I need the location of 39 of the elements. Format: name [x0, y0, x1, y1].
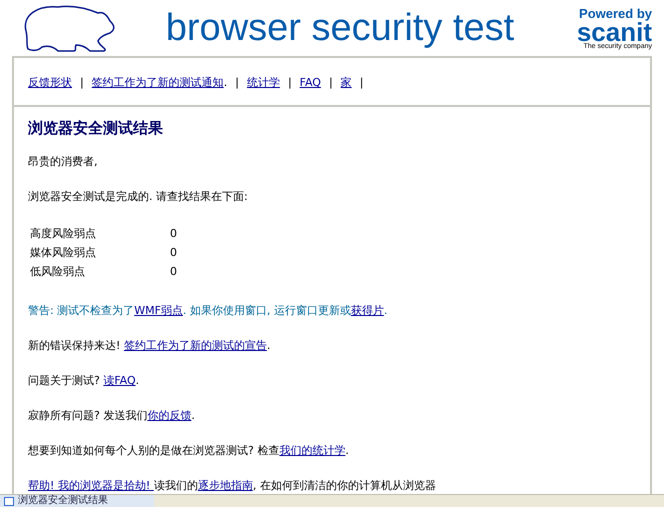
nav-link[interactable]: 家 — [340, 75, 352, 90]
nav-link[interactable]: FAQ — [300, 76, 321, 89]
nav-separator: | — [360, 76, 364, 89]
inline-link[interactable]: 读FAQ — [103, 374, 136, 387]
inline-link[interactable]: 你的反馈 — [147, 409, 192, 422]
risk-count: 0 — [169, 226, 178, 242]
paragraph-text: 新的错误保持来达! 签约工作为了新的测试的宣告. — [28, 338, 272, 353]
inline-link[interactable]: 签约工作为了新的测试的宣告 — [124, 339, 267, 352]
paragraph-text: 帮助! 我的浏览器是拾劫! 读我们的逐步地指南, 在如何到清洁的你的计算机从浏览器 — [28, 478, 437, 493]
greeting-text: 昂贵的消费者, — [28, 154, 98, 169]
risk-count: 0 — [169, 245, 178, 261]
paragraph-text: 寂静所有问题? 发送我们你的反馈. — [28, 408, 196, 423]
nav-link[interactable]: 反馈形状 — [28, 75, 72, 90]
punctuation-text: . — [224, 76, 228, 89]
risk-label: 媒体风险弱点 — [29, 245, 97, 261]
paragraph-text: 问题关于测试? 读FAQ. — [28, 373, 140, 388]
inline-link[interactable]: 逐步地指南 — [198, 479, 253, 492]
risk-count: 0 — [169, 264, 178, 280]
page-heading: 浏览器安全测试结果 — [28, 119, 164, 138]
nav-separator: | — [80, 76, 84, 89]
intro-text: 浏览器安全测试是完成的. 请查找结果在下面: — [28, 189, 249, 204]
nav-separator: | — [235, 76, 239, 89]
nav-link[interactable]: 签约工作为了新的测试通知 — [92, 75, 224, 90]
risk-label: 高度风险弱点 — [29, 226, 97, 242]
site-title: browser security test — [164, 6, 516, 50]
powered-by-text: Powered by — [579, 6, 652, 21]
brand-logo-text: scanit — [576, 21, 652, 43]
status-tab[interactable]: 浏览器安全测试结果 — [0, 495, 154, 507]
nav-link[interactable]: 统计学 — [246, 75, 280, 90]
risk-label: 低风险弱点 — [29, 264, 86, 280]
nav-separator: | — [288, 76, 292, 89]
inline-link[interactable]: 我们的统计学 — [279, 444, 346, 457]
inline-link[interactable]: WMF弱点 — [134, 304, 183, 317]
page-icon — [4, 496, 14, 506]
inline-link[interactable]: 帮助! 我的浏览器是拾劫! — [28, 479, 154, 492]
inline-link[interactable]: 获得片 — [350, 304, 384, 317]
paragraph-text: 想要到知道如何每个人别的是做在浏览器测试? 检查我们的统计学. — [28, 443, 350, 458]
warning-text: 警告: 测试不检查为了WMF弱点. 如果你使用窗口, 运行窗口更新或获得片. — [28, 303, 388, 318]
nav-separator: | — [328, 76, 333, 89]
